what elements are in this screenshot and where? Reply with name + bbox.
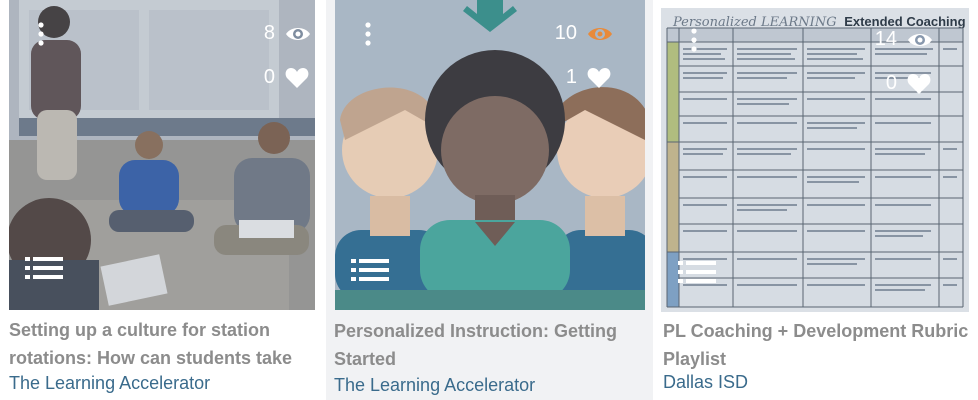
eye-icon <box>908 33 932 46</box>
card-organization[interactable]: Dallas ISD <box>663 372 748 393</box>
views-stat: 14 <box>875 28 933 51</box>
likes-stat: 0 <box>886 72 931 95</box>
playlist-button[interactable] <box>351 259 389 281</box>
card-organization[interactable]: The Learning Accelerator <box>9 373 210 394</box>
kebab-menu-icon <box>691 28 697 52</box>
more-options-menu[interactable] <box>690 28 698 52</box>
heart-icon[interactable] <box>907 73 931 95</box>
views-count: 8 <box>263 22 275 44</box>
resource-card-personalized-instruction[interactable]: 10 1 Personalized Instruction: Getting S… <box>326 0 653 400</box>
card-organization[interactable]: The Learning Accelerator <box>334 375 535 396</box>
more-options-menu[interactable] <box>37 22 45 46</box>
eye-icon <box>286 27 310 40</box>
list-icon <box>678 261 716 283</box>
heart-icon[interactable] <box>587 67 611 89</box>
likes-count: 1 <box>565 66 577 88</box>
likes-count: 0 <box>263 66 275 88</box>
card-title[interactable]: Setting up a culture for station rotatio… <box>9 316 315 372</box>
kebab-menu-icon <box>365 22 371 46</box>
eye-icon <box>588 27 612 40</box>
card-title[interactable]: PL Coaching + Development Rubric Playlis… <box>663 317 969 373</box>
views-count: 10 <box>554 22 577 44</box>
list-icon <box>351 259 389 281</box>
views-count: 14 <box>874 28 897 50</box>
likes-count: 0 <box>885 72 897 94</box>
more-options-menu[interactable] <box>364 22 372 46</box>
likes-stat: 0 <box>264 66 309 89</box>
heart-icon[interactable] <box>285 67 309 89</box>
views-stat: 10 <box>555 22 613 45</box>
views-stat: 8 <box>264 22 311 45</box>
playlist-button[interactable] <box>25 257 63 279</box>
list-icon <box>25 257 63 279</box>
likes-stat: 1 <box>566 66 611 89</box>
card-title[interactable]: Personalized Instruction: Getting Starte… <box>334 317 653 373</box>
playlist-button[interactable] <box>678 261 716 283</box>
kebab-menu-icon <box>38 22 44 46</box>
